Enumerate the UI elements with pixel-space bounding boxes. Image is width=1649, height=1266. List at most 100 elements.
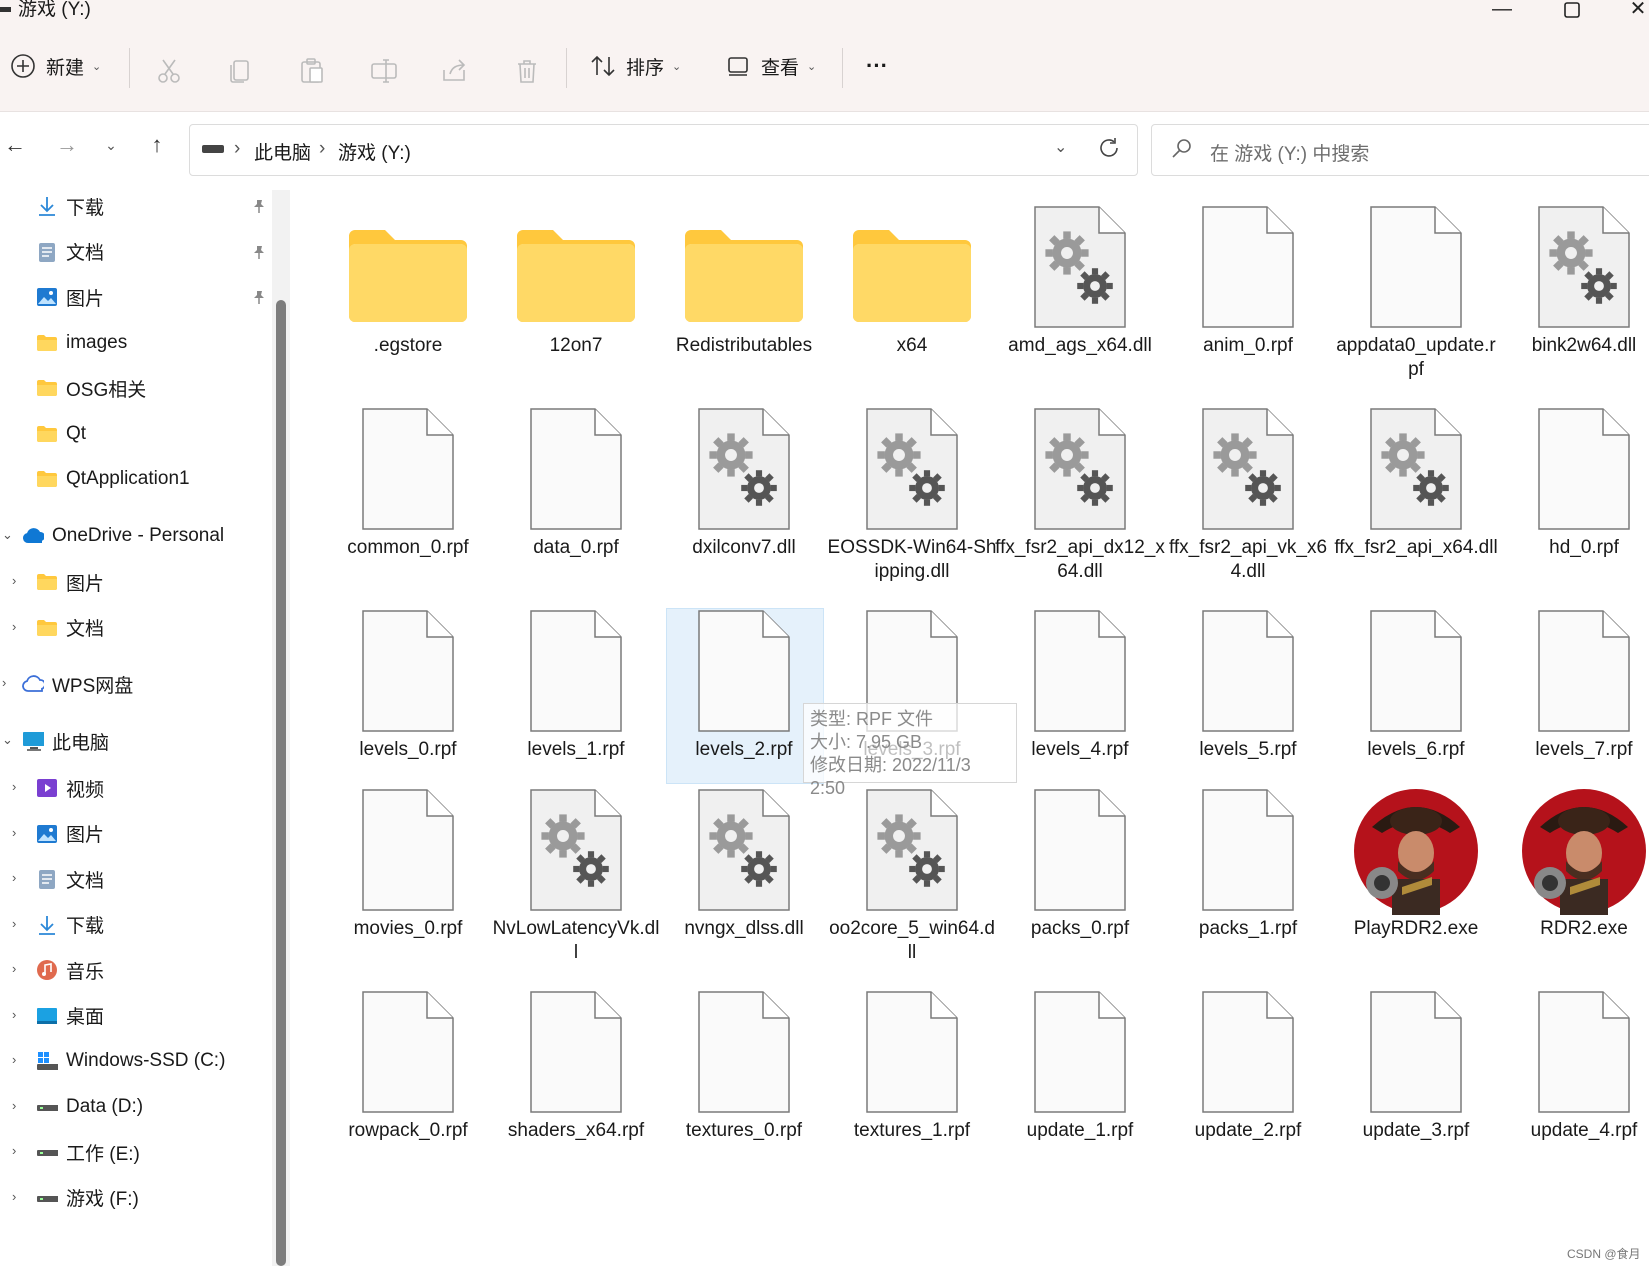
pin-icon[interactable] (252, 199, 266, 213)
this-pc-child-item[interactable]: Data (D:) (36, 1087, 143, 1127)
file-tile[interactable]: bink2w64.dll (1509, 206, 1649, 396)
onedrive-child-item[interactable]: 文档 (36, 608, 104, 648)
folder-tile[interactable]: .egstore (333, 206, 483, 396)
quick-access-item[interactable]: 下载 (36, 186, 104, 226)
file-tile[interactable]: update_1.rpf (1005, 991, 1155, 1181)
file-tile[interactable]: ffx_fsr2_api_vk_x64.dll (1169, 408, 1327, 598)
file-tile[interactable]: textures_0.rpf (669, 991, 819, 1181)
folder-tile[interactable]: x64 (837, 206, 987, 396)
expand-chevron-icon[interactable]: › (12, 1052, 16, 1067)
this-pc-child-item[interactable]: 文档 (36, 859, 104, 899)
file-tile[interactable]: packs_0.rpf (1005, 789, 1155, 979)
file-tile[interactable]: packs_1.rpf (1173, 789, 1323, 979)
file-tile[interactable]: data_0.rpf (501, 408, 651, 598)
expand-chevron-icon[interactable]: › (12, 825, 16, 840)
address-bar[interactable]: › 此电脑 › 游戏 (Y:) ⌄ (189, 124, 1138, 176)
file-tile[interactable]: levels_0.rpf (333, 610, 483, 800)
expand-chevron-icon[interactable]: › (12, 1007, 16, 1022)
this-pc-child-item[interactable]: 音乐 (36, 950, 104, 990)
file-tile[interactable]: update_4.rpf (1509, 991, 1649, 1181)
delete-icon[interactable] (512, 56, 542, 86)
expand-chevron-icon[interactable]: › (12, 1189, 16, 1204)
search-input[interactable]: 在 游戏 (Y:) 中搜索 (1151, 124, 1649, 176)
more-options-button[interactable]: ··· (866, 46, 888, 86)
file-tile[interactable]: textures_1.rpf (837, 991, 987, 1181)
file-tile[interactable]: levels_2.rpf (669, 610, 819, 800)
up-arrow-icon[interactable]: ↑ (142, 130, 172, 160)
file-tile[interactable]: levels_7.rpf (1509, 610, 1649, 800)
file-tile[interactable]: update_2.rpf (1173, 991, 1323, 1181)
forward-arrow-icon[interactable]: → (52, 130, 82, 160)
collapse-chevron-icon[interactable]: ⌄ (2, 527, 13, 543)
sidebar-item-this-pc[interactable]: 此电脑 (22, 721, 109, 761)
file-tile[interactable]: update_3.rpf (1341, 991, 1491, 1181)
pin-icon[interactable] (252, 245, 266, 259)
refresh-icon[interactable] (1096, 135, 1122, 166)
new-button[interactable]: 新建 ⌄ (10, 46, 101, 86)
quick-access-item[interactable]: QtApplication1 (36, 459, 190, 499)
expand-chevron-icon[interactable]: › (12, 961, 16, 976)
address-history-chevron-icon[interactable]: ⌄ (1054, 137, 1067, 157)
this-pc-child-item[interactable]: Windows-SSD (C:) (36, 1041, 225, 1081)
expand-chevron-icon[interactable]: › (12, 779, 16, 794)
file-tile[interactable]: hd_0.rpf (1509, 408, 1649, 598)
expand-chevron-icon[interactable]: › (12, 1143, 16, 1158)
sort-button[interactable]: 排序 ⌄ (590, 46, 681, 86)
recent-locations-chevron-icon[interactable]: ⌄ (96, 130, 126, 160)
file-tile[interactable]: EOSSDK-Win64-Shipping.dll (828, 408, 996, 598)
this-pc-child-item[interactable]: 下载 (36, 905, 104, 945)
sidebar-scrollbar[interactable] (272, 190, 290, 1266)
paste-icon[interactable] (297, 56, 327, 86)
close-button[interactable]: ✕ (1616, 0, 1649, 22)
collapse-chevron-icon[interactable]: ⌄ (2, 732, 13, 748)
file-tile[interactable]: levels_6.rpf (1341, 610, 1491, 800)
minimize-button[interactable]: — (1480, 0, 1524, 22)
file-tile[interactable]: PlayRDR2.exe (1341, 787, 1491, 979)
quick-access-item[interactable]: OSG相关 (36, 368, 146, 408)
file-tile[interactable]: NvLowLatencyVk.dll (493, 789, 659, 979)
sidebar-item-wps[interactable]: WPS网盘 (22, 664, 133, 704)
file-tile[interactable]: dxilconv7.dll (669, 408, 819, 598)
breadcrumb-current-drive[interactable]: 游戏 (Y:) (338, 138, 411, 165)
file-tile[interactable]: anim_0.rpf (1173, 206, 1323, 396)
expand-chevron-icon[interactable]: › (2, 675, 6, 690)
expand-chevron-icon[interactable]: › (12, 916, 16, 931)
expand-chevron-icon[interactable]: › (12, 1098, 16, 1113)
file-tile[interactable]: nvngx_dlss.dll (669, 789, 819, 979)
quick-access-item[interactable]: images (36, 323, 127, 363)
view-button[interactable]: 查看 ⌄ (727, 46, 816, 86)
file-tile[interactable]: shaders_x64.rpf (501, 991, 651, 1181)
file-tile[interactable]: levels_4.rpf (1005, 610, 1155, 800)
file-tile[interactable]: levels_1.rpf (501, 610, 651, 800)
this-pc-child-item[interactable]: 桌面 (36, 996, 104, 1036)
copy-icon[interactable] (226, 56, 256, 86)
expand-chevron-icon[interactable]: › (12, 573, 16, 588)
file-tile[interactable]: movies_0.rpf (333, 789, 483, 979)
onedrive-child-item[interactable]: 图片 (36, 562, 104, 602)
share-icon[interactable] (440, 56, 470, 86)
file-tile[interactable]: common_0.rpf (333, 408, 483, 598)
file-tile[interactable]: amd_ags_x64.dll (1005, 206, 1155, 396)
quick-access-item[interactable]: 文档 (36, 232, 104, 272)
rename-icon[interactable] (369, 56, 399, 86)
maximize-button[interactable] (1550, 0, 1594, 22)
this-pc-child-item[interactable]: 视频 (36, 768, 104, 808)
this-pc-child-item[interactable]: 图片 (36, 814, 104, 854)
file-tile[interactable]: oo2core_5_win64.dll (829, 789, 995, 979)
expand-chevron-icon[interactable]: › (12, 619, 16, 634)
this-pc-child-item[interactable]: 游戏 (F:) (36, 1178, 139, 1218)
file-tile[interactable]: ffx_fsr2_api_dx12_x64.dll (995, 408, 1165, 598)
file-tile[interactable]: RDR2.exe (1509, 787, 1649, 979)
back-arrow-icon[interactable]: ← (0, 130, 30, 160)
expand-chevron-icon[interactable]: › (12, 870, 16, 885)
cut-icon[interactable] (154, 56, 184, 86)
folder-tile[interactable]: Redistributables (669, 206, 819, 396)
sidebar-item-onedrive[interactable]: OneDrive - Personal (22, 516, 224, 556)
this-pc-child-item[interactable]: 工作 (E:) (36, 1132, 140, 1172)
file-tile[interactable]: rowpack_0.rpf (333, 991, 483, 1181)
file-tile[interactable]: levels_5.rpf (1173, 610, 1323, 800)
breadcrumb-this-pc[interactable]: 此电脑 (254, 138, 311, 165)
sidebar-scrollbar-thumb[interactable] (276, 300, 286, 1266)
quick-access-item[interactable]: 图片 (36, 277, 104, 317)
pin-icon[interactable] (252, 290, 266, 304)
